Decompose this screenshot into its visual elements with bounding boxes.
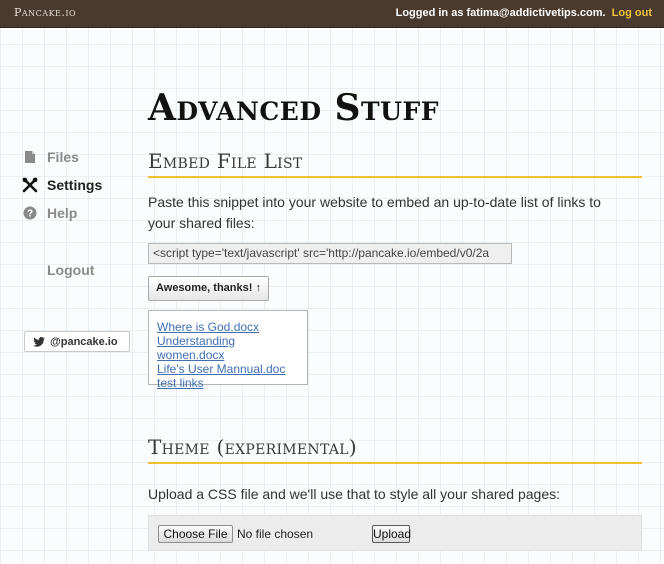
embed-snippet-field[interactable]: <script type='text/javascript' src='http… [148,243,512,264]
file-icon [22,149,38,165]
logout-link[interactable]: Log out [612,7,652,19]
embed-description: Paste this snippet into your website to … [148,194,601,231]
file-link[interactable]: Where is God.docx [157,320,299,334]
upload-button[interactable]: Upload [372,525,411,543]
choose-file-button[interactable]: Choose File [158,525,233,543]
sidebar-item-settings[interactable]: Settings [22,174,132,196]
file-status-text: No file chosen [237,527,314,541]
page-title: Advanced Stuff [148,87,439,129]
svg-text:?: ? [27,209,33,220]
top-bar: Pancake.io Logged in as fatima@addictive… [0,0,664,28]
brand-logo[interactable]: Pancake.io [14,6,76,19]
sidebar-item-label: Help [47,205,78,221]
upload-description: Upload a CSS file and we'll use that to … [148,486,561,502]
file-link[interactable]: test links [157,376,299,390]
sidebar-item-label: Files [47,149,79,165]
sidebar-item-help[interactable]: ? Help [22,202,132,224]
twitter-bird-icon [33,336,45,347]
logged-in-text: Logged in as fatima@addictivetips.com. [395,7,606,19]
logout-button[interactable]: Logout [47,262,94,278]
upload-form: Choose File No file chosen Upload [148,515,642,551]
sidebar: Files Settings ? Help [22,146,132,230]
file-link[interactable]: Life's User Mannual.doc [157,362,299,376]
wrench-icon [22,177,38,193]
embed-section-title: Embed File List [148,146,642,178]
twitter-handle: @pancake.io [50,335,118,348]
sidebar-item-label: Settings [47,177,103,193]
file-link[interactable]: Understanding women.docx [157,334,299,362]
main-content: Advanced Stuff Embed File List Paste thi… [148,84,642,551]
question-circle-icon: ? [22,205,38,221]
embed-preview-box: Where is God.docx Understanding women.do… [148,310,308,390]
twitter-follow-button[interactable]: @pancake.io [24,331,130,352]
awesome-thanks-button[interactable]: Awesome, thanks! ↑ [148,276,269,301]
login-status: Logged in as fatima@addictivetips.com. L… [396,7,652,19]
theme-section-title: Theme (experimental) [148,432,642,464]
sidebar-item-files[interactable]: Files [22,146,132,168]
